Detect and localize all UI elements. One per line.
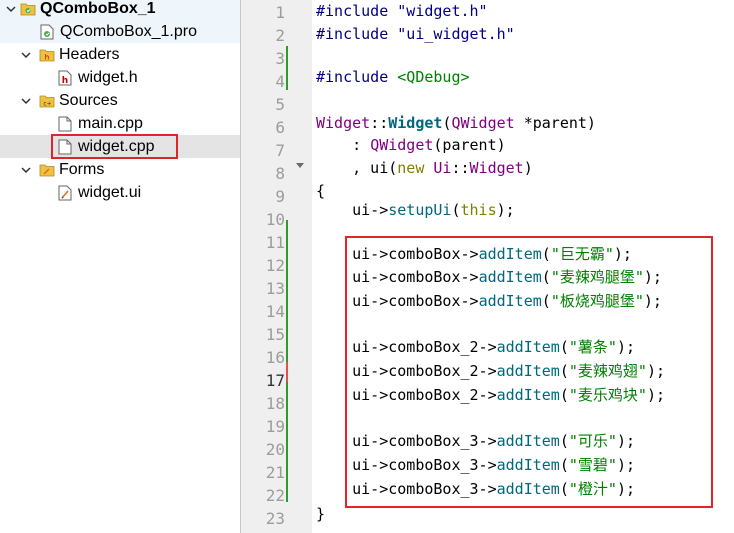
token: new [397,159,425,177]
tree-item-widget-h[interactable]: h widget.h [0,66,240,89]
token: , ui( [316,159,398,177]
token: QWidget [451,114,515,132]
code-line-7: : QWidget(parent) [316,134,506,157]
tree-item-project[interactable]: QComboBox_1 [0,0,240,20]
token: (parent) [433,136,506,154]
line-number: 1 [275,3,285,22]
line-number-gutter: 1 2 3 4 5 6 7 8 9 10 11 12 13 14 15 16 1… [241,0,312,533]
token: *parent) [514,114,596,132]
change-marker [286,382,288,502]
source-file-icon [58,116,72,132]
code-line-4: #include <QDebug> [316,66,470,89]
header-file-icon: h [58,70,72,86]
line-number: 18 [265,394,285,413]
token: Widget [469,159,524,177]
change-marker [286,46,288,90]
headers-label: Headers [59,46,120,63]
svg-text:h: h [62,76,68,86]
line-number: 8 [275,164,285,183]
project-tree: QComboBox_1 QComboBox_1.pro h Headers h … [0,0,240,533]
token: setupUi [388,201,452,219]
widget-ui-label: widget.ui [78,184,142,201]
token: ); [496,201,515,219]
svg-text:h: h [45,53,49,61]
code-line-6: Widget::Widget(QWidget *parent) [316,112,596,135]
token: ) [523,159,533,177]
line-number: 9 [275,187,285,206]
token: QWidget [370,136,434,154]
line-number: 16 [265,348,285,367]
token: :: [451,159,470,177]
tree-item-pro-file[interactable]: QComboBox_1.pro [0,20,240,43]
token: ui-> [316,201,389,219]
token: #include [316,68,389,86]
change-marker [286,362,288,382]
fold-arrow-icon[interactable] [295,157,305,168]
widget-h-label: widget.h [78,69,138,86]
tree-item-main-cpp[interactable]: main.cpp [0,112,240,135]
line-number: 23 [265,509,285,528]
tree-item-forms[interactable]: Forms [0,158,240,181]
code-line-10: ui->setupUi(this); [316,199,515,222]
token: { [316,182,326,200]
token: Ui [433,159,452,177]
line-number: 4 [275,72,285,91]
forms-label: Forms [59,161,105,178]
token: Widget [316,114,371,132]
line-number: 10 [265,210,285,229]
token: "ui_widget.h" [397,25,515,43]
tree-item-widget-ui[interactable]: widget.ui [0,181,240,204]
token: Widget [388,114,443,132]
token: : [316,136,371,154]
main-cpp-label: main.cpp [78,115,143,132]
folder-icon: c+ [39,93,55,109]
token: :: [370,114,389,132]
line-number: 20 [265,440,285,459]
chevron-down-icon[interactable] [21,165,31,175]
line-number: 15 [265,325,285,344]
folder-icon: h [39,47,55,63]
token: } [316,505,326,523]
sources-label: Sources [59,92,118,109]
pro-file-icon [40,24,54,40]
token: #include [316,2,389,20]
code-line-23: } [316,503,325,526]
highlight-box-file [51,134,178,159]
code-line-2: #include "ui_widget.h" [316,23,515,46]
line-number: 19 [265,417,285,436]
tree-item-headers[interactable]: h Headers [0,43,240,66]
line-number: 14 [265,302,285,321]
svg-text:c+: c+ [43,100,51,107]
chevron-down-icon[interactable] [6,4,16,14]
code-line-1: #include "widget.h" [316,0,488,23]
line-number: 2 [275,26,285,45]
highlight-box-code [345,236,713,508]
token: ( [451,201,461,219]
line-number: 7 [275,141,285,160]
line-number: 13 [265,279,285,298]
chevron-down-icon[interactable] [21,96,31,106]
line-number: 22 [265,486,285,505]
line-number: 11 [265,233,285,252]
tree-item-sources[interactable]: c+ Sources [0,89,240,112]
line-number: 3 [275,49,285,68]
line-number-current: 17 [265,371,285,390]
chevron-down-icon[interactable] [21,50,31,60]
project-name: QComboBox_1 [40,0,156,17]
token: <QDebug> [397,68,470,86]
code-line-8: , ui(new Ui::Widget) [316,157,533,180]
folder-icon [39,162,55,178]
token: this [460,201,497,219]
line-number: 21 [265,463,285,482]
pro-file-label: QComboBox_1.pro [60,23,197,40]
form-file-icon [58,185,72,201]
project-icon [20,1,36,17]
line-number: 5 [275,95,285,114]
token: "widget.h" [397,2,488,20]
token: #include [316,25,389,43]
line-number: 6 [275,118,285,137]
line-number: 12 [265,256,285,275]
change-marker [286,220,288,362]
